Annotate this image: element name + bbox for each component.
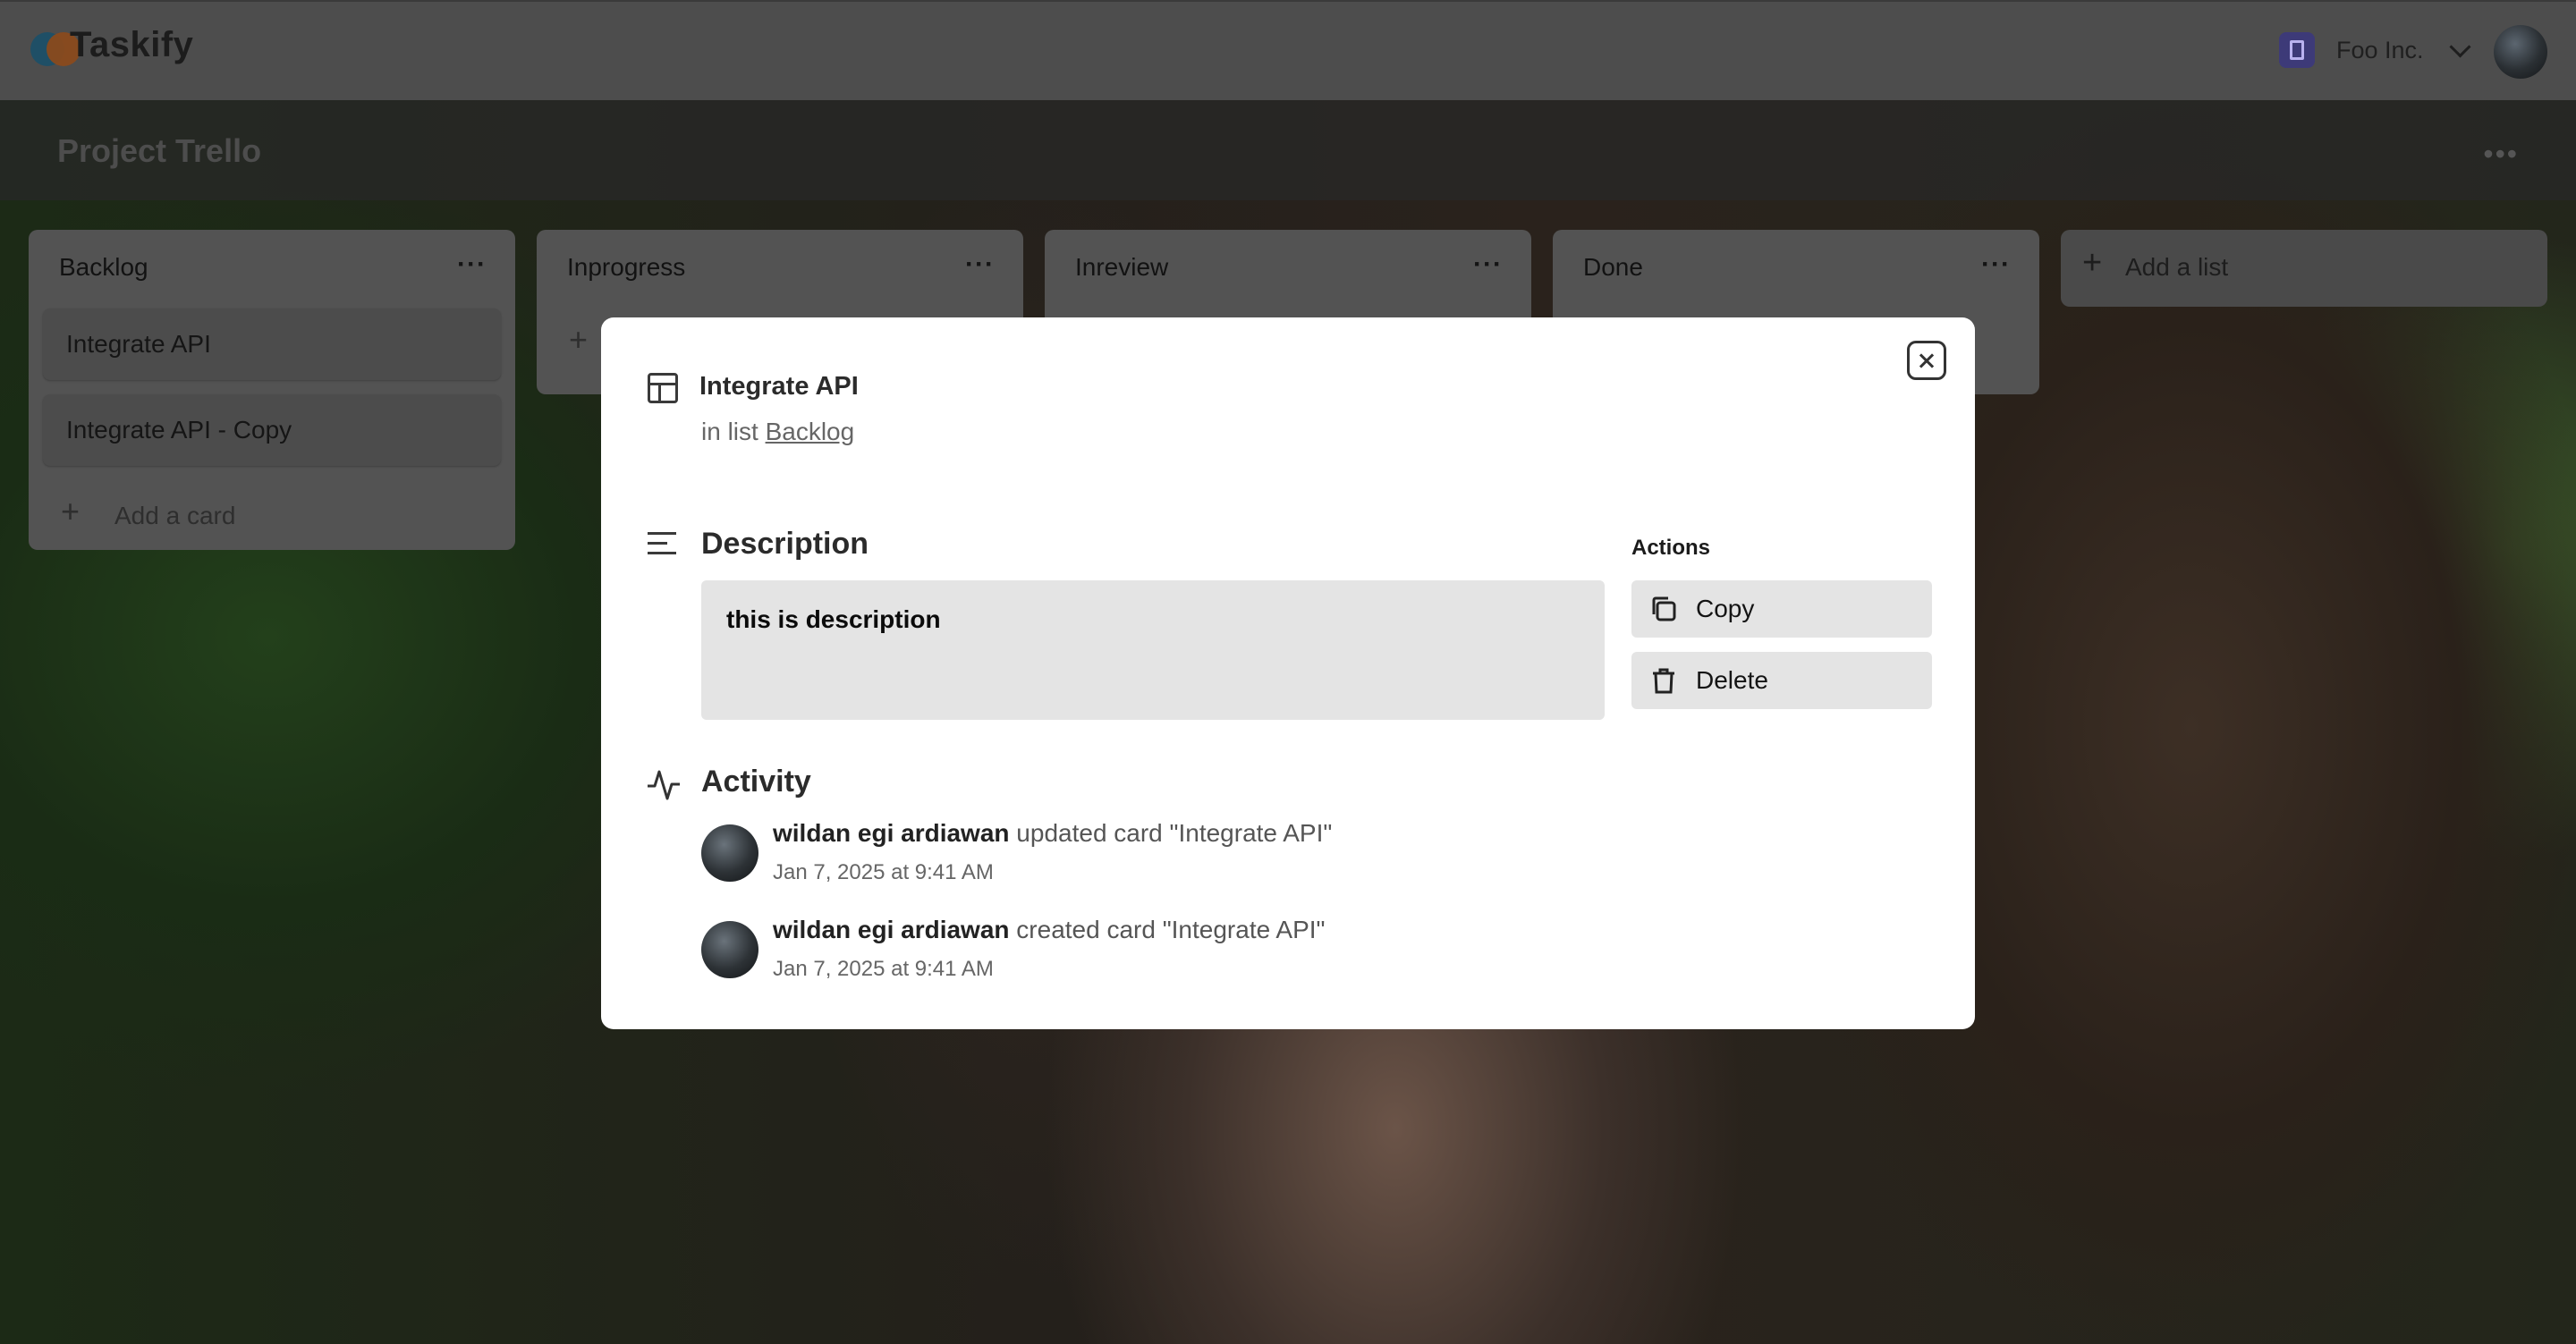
board-title[interactable]: Project Trello xyxy=(57,132,261,170)
app-name: Taskify xyxy=(70,25,194,64)
delete-button[interactable]: Delete xyxy=(1631,652,1932,709)
activity-timestamp: Jan 7, 2025 at 9:41 AM xyxy=(773,860,994,884)
activity-icon xyxy=(648,770,680,800)
add-card-button[interactable]: + Add a card xyxy=(29,480,515,550)
activity-action: updated card "Integrate API" xyxy=(1016,819,1333,847)
description-text: this is description xyxy=(726,605,941,633)
activity-user: wildan egi ardiawan xyxy=(773,819,1010,847)
list-header: Inreview ··· xyxy=(1045,230,1531,309)
list-card[interactable]: Integrate API - Copy xyxy=(43,394,501,466)
description-field[interactable]: this is description xyxy=(701,580,1605,720)
align-left-icon xyxy=(648,532,676,555)
avatar xyxy=(701,921,758,978)
list-card[interactable]: Integrate API xyxy=(43,309,501,380)
more-dots-icon[interactable]: ··· xyxy=(965,249,995,280)
in-list-prefix: in list xyxy=(701,418,758,445)
avatar xyxy=(701,824,758,882)
list-title[interactable]: Done xyxy=(1583,253,1643,282)
more-dots-icon[interactable]: ··· xyxy=(457,249,487,280)
organization-name: Foo Inc. xyxy=(2336,36,2424,63)
actions-heading: Actions xyxy=(1631,536,1711,560)
card-title[interactable]: Integrate API xyxy=(699,372,859,402)
trash-icon xyxy=(1653,668,1674,694)
card-title: Integrate API - Copy xyxy=(66,416,292,444)
add-card-label: Add a card xyxy=(114,502,236,529)
plus-icon: + xyxy=(2082,244,2103,282)
activity-action: created card "Integrate API" xyxy=(1016,916,1326,943)
copy-label: Copy xyxy=(1696,595,1755,622)
user-avatar[interactable] xyxy=(2494,25,2547,79)
add-list-label: Add a list xyxy=(2125,253,2229,281)
delete-label: Delete xyxy=(1696,666,1768,694)
layout-icon xyxy=(648,373,678,403)
top-navbar: Taskify Foo Inc. xyxy=(0,0,2576,100)
card-list-info: in list Backlog xyxy=(701,418,854,446)
plus-icon: + xyxy=(569,321,589,358)
card-modal: Integrate API in list Backlog Descriptio… xyxy=(601,317,1975,1029)
activity-text: wildan egi ardiawan updated card "Integr… xyxy=(773,819,1332,848)
add-list-button[interactable]: + Add a list xyxy=(2061,230,2547,307)
list-header: Backlog ··· xyxy=(29,230,515,309)
organization-icon xyxy=(2279,32,2315,68)
organization-switcher[interactable]: Foo Inc. xyxy=(2279,32,2471,68)
activity-text: wildan egi ardiawan created card "Integr… xyxy=(773,916,1325,944)
list-header: Done ··· xyxy=(1553,230,2039,309)
board-options-button[interactable]: ••• xyxy=(2483,138,2519,171)
card-title: Integrate API xyxy=(66,330,211,358)
description-heading: Description xyxy=(701,527,869,561)
board-header: Project Trello ••• xyxy=(0,100,2576,200)
list-title[interactable]: Inprogress xyxy=(567,253,685,282)
logo[interactable]: Taskify xyxy=(29,25,193,66)
more-dots-icon[interactable]: ··· xyxy=(1981,249,2011,280)
more-dots-icon[interactable]: ··· xyxy=(1473,249,1503,280)
list-title[interactable]: Inreview xyxy=(1075,253,1168,282)
activity-timestamp: Jan 7, 2025 at 9:41 AM xyxy=(773,957,994,981)
list-backlog: Backlog ··· Integrate API Integrate API … xyxy=(29,230,515,550)
close-icon[interactable] xyxy=(1907,341,1946,380)
chevron-down-icon xyxy=(2449,35,2471,58)
list-header: Inprogress ··· xyxy=(537,230,1023,309)
activity-heading: Activity xyxy=(701,765,811,799)
list-link[interactable]: Backlog xyxy=(766,418,855,445)
plus-icon: + xyxy=(61,493,80,529)
activity-user: wildan egi ardiawan xyxy=(773,916,1010,943)
copy-button[interactable]: Copy xyxy=(1631,580,1932,638)
list-title[interactable]: Backlog xyxy=(59,253,148,282)
copy-icon xyxy=(1652,596,1676,621)
